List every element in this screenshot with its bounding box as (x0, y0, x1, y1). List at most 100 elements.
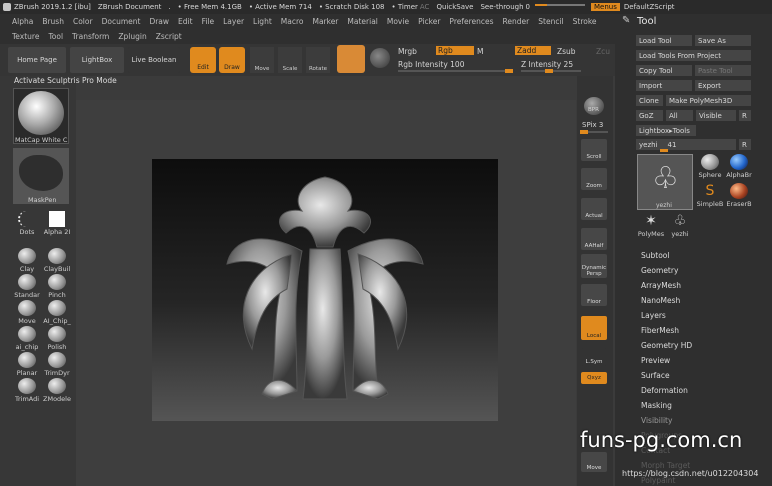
all-button[interactable]: All (666, 110, 693, 121)
subpalette-item[interactable]: Layers (641, 311, 666, 320)
r-button-2[interactable]: R (739, 139, 751, 150)
menu-zscript[interactable]: Zscript (156, 32, 182, 41)
stroke-dots[interactable]: Dots (13, 211, 41, 236)
tool-simplebrush[interactable]: S SimpleB (696, 183, 724, 208)
tool-eraserbrush[interactable]: EraserB (725, 183, 753, 208)
quicksave-button[interactable]: QuickSave (436, 3, 473, 11)
menu-color[interactable]: Color (73, 17, 93, 26)
brush-slot[interactable]: AI_Chip_ (43, 300, 71, 325)
brush-slot[interactable]: Planar (13, 352, 41, 377)
rgb-intensity-slider[interactable] (398, 69, 513, 73)
brush-slot[interactable]: Clay (13, 248, 41, 273)
alpha-off[interactable]: Alpha 2I (43, 211, 71, 236)
menu-zplugin[interactable]: Zplugin (118, 32, 146, 41)
sculptris-pro-button[interactable]: Activate Sculptris Pro Mode (14, 76, 117, 85)
alpha-thumb[interactable]: MaskPen (13, 148, 69, 204)
document-canvas[interactable] (152, 159, 498, 421)
material-swatch[interactable] (337, 45, 365, 73)
menu-transform[interactable]: Transform (72, 32, 109, 41)
menu-stencil[interactable]: Stencil (538, 17, 563, 26)
brush-slot[interactable]: TrimDyr (43, 352, 71, 377)
move-shelf-button[interactable]: Move (581, 452, 607, 472)
spix-slider[interactable]: SPix 3 (582, 121, 603, 129)
menu-brush[interactable]: Brush (42, 17, 64, 26)
paste-tool-button[interactable]: Paste Tool (695, 65, 751, 76)
menu-render[interactable]: Render (503, 17, 530, 26)
material-thumb[interactable]: MatCap White C (13, 88, 69, 144)
menu-draw[interactable]: Draw (149, 17, 169, 26)
aahalf-button[interactable]: AAHalf (581, 228, 607, 250)
z-intensity-slider[interactable] (521, 69, 581, 73)
live-boolean-button[interactable]: Live Boolean (128, 47, 180, 73)
load-tools-from-project-button[interactable]: Load Tools From Project (636, 50, 751, 61)
menus-toggle[interactable]: Menus (591, 3, 620, 11)
menu-file[interactable]: File (202, 17, 215, 26)
default-zscript[interactable]: DefaultZScript (624, 3, 675, 11)
subpalette-item[interactable]: Masking (641, 401, 672, 410)
local-button[interactable]: Local (581, 316, 607, 340)
tool-alphabrush[interactable]: AlphaBr (725, 154, 753, 179)
floor-button[interactable]: Floor (581, 284, 607, 306)
subpalette-item[interactable]: Geometry (641, 266, 678, 275)
current-tool-slider[interactable]: yezhi 41 (636, 139, 736, 150)
subpalette-item[interactable]: Subtool (641, 251, 669, 260)
menu-tool[interactable]: Tool (48, 32, 63, 41)
menu-light[interactable]: Light (253, 17, 272, 26)
subpalette-item[interactable]: FiberMesh (641, 326, 679, 335)
menu-movie[interactable]: Movie (387, 17, 409, 26)
menu-document[interactable]: Document (102, 17, 141, 26)
menu-macro[interactable]: Macro (281, 17, 304, 26)
subpalette-item[interactable]: Surface (641, 371, 670, 380)
menu-marker[interactable]: Marker (312, 17, 338, 26)
tool-yezhi-small[interactable]: ♧ yezhi (666, 213, 694, 238)
brush-slot[interactable]: ZModele (43, 378, 71, 403)
zcut-toggle[interactable]: Zcu (596, 47, 610, 56)
tool-sphere[interactable]: Sphere (696, 154, 724, 179)
zadd-toggle[interactable]: Zadd (515, 46, 551, 55)
m-toggle[interactable]: M (477, 47, 483, 56)
brush-slot[interactable]: Move (13, 300, 41, 325)
tool-polymesh[interactable]: ✶ PolyMes (637, 213, 665, 238)
actual-button[interactable]: Actual (581, 198, 607, 220)
menu-edit[interactable]: Edit (178, 17, 193, 26)
r-button[interactable]: R (739, 110, 751, 121)
rgb-toggle[interactable]: Rgb (436, 46, 474, 55)
home-page-button[interactable]: Home Page (8, 47, 66, 73)
rotate-button[interactable]: Rotate (306, 47, 330, 73)
menu-alpha[interactable]: Alpha (12, 17, 33, 26)
menu-preferences[interactable]: Preferences (449, 17, 493, 26)
brush-slot[interactable]: Standar (13, 274, 41, 299)
goz-button[interactable]: GoZ (636, 110, 663, 121)
menu-layer[interactable]: Layer (223, 17, 244, 26)
copy-tool-button[interactable]: Copy Tool (636, 65, 692, 76)
zsub-toggle[interactable]: Zsub (557, 47, 576, 56)
menu-texture[interactable]: Texture (12, 32, 39, 41)
scale-button[interactable]: Scale (278, 47, 302, 73)
subpalette-item[interactable]: NanoMesh (641, 296, 680, 305)
subpalette-item[interactable]: ArrayMesh (641, 281, 681, 290)
brush-slot[interactable]: ai_chip (13, 326, 41, 351)
texture-swatch[interactable] (370, 48, 390, 68)
draw-button[interactable]: Draw (219, 47, 245, 73)
spix-track[interactable] (580, 130, 608, 134)
export-button[interactable]: Export (695, 80, 751, 91)
see-through-slider[interactable] (535, 4, 585, 6)
current-tool-slider-thumb[interactable] (660, 149, 668, 152)
subpalette-item[interactable]: Preview (641, 356, 670, 365)
menu-picker[interactable]: Picker (418, 17, 440, 26)
clone-button[interactable]: Clone (636, 95, 663, 106)
subpalette-item[interactable]: Deformation (641, 386, 688, 395)
save-as-button[interactable]: Save As (695, 35, 751, 46)
load-tool-button[interactable]: Load Tool (636, 35, 692, 46)
edit-button[interactable]: Edit (190, 47, 216, 73)
menu-stroke[interactable]: Stroke (573, 17, 597, 26)
menu-material[interactable]: Material (347, 17, 377, 26)
lsym-button[interactable]: L.Sym (581, 348, 607, 366)
scroll-button[interactable]: Scroll (581, 139, 607, 161)
brush-slot[interactable]: ClayBuil (43, 248, 71, 273)
xyz-button[interactable]: Qxyz (581, 372, 607, 384)
zoom-button[interactable]: Zoom (581, 168, 607, 190)
brush-slot[interactable]: Polish (43, 326, 71, 351)
subpalette-item[interactable]: Visibility (641, 416, 672, 425)
brush-slot[interactable]: TrimAdi (13, 378, 41, 403)
